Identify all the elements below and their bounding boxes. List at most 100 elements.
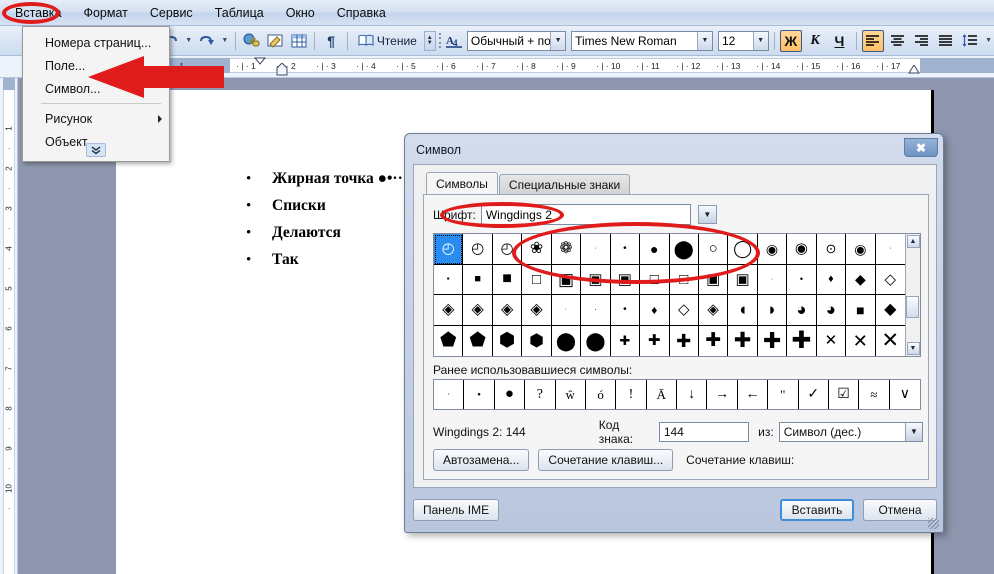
recent-symbol-cell[interactable]: ó: [586, 380, 617, 409]
symbol-cell[interactable]: □: [669, 264, 699, 295]
symbol-cell[interactable]: ✕: [846, 325, 876, 356]
symbol-cell[interactable]: ●: [640, 234, 670, 265]
autocorrect-button[interactable]: Автозамена...: [433, 449, 530, 471]
symbol-cell[interactable]: ◉: [787, 234, 817, 265]
symbol-cell[interactable]: ◉: [757, 234, 788, 265]
menu-bar[interactable]: Вставка Формат Сервис Таблица Окно Справ…: [0, 0, 994, 26]
symbol-grid-scrollbar[interactable]: ▲ ▼: [905, 234, 920, 356]
menu-option-picture[interactable]: Рисунок: [23, 107, 169, 130]
symbol-cell[interactable]: ■: [846, 295, 876, 326]
menu-item-table[interactable]: Таблица: [204, 3, 275, 23]
dialog-titlebar[interactable]: Символ ✖: [408, 137, 940, 163]
bold-button[interactable]: Ж: [779, 29, 802, 52]
symbol-cell[interactable]: ✚: [670, 325, 699, 356]
redo-dropdown-icon[interactable]: ▼: [220, 30, 231, 52]
recent-symbol-cell[interactable]: ●: [495, 380, 526, 409]
recent-symbol-cell[interactable]: ∨: [890, 380, 920, 409]
recent-symbol-cell[interactable]: ←: [738, 380, 769, 409]
chevron-down-icon[interactable]: ▼: [550, 31, 566, 50]
dialog-footer[interactable]: Панель IME Вставить Отмена: [413, 496, 937, 524]
drawing-icon[interactable]: [265, 30, 286, 52]
recent-symbol-cell[interactable]: ?: [525, 380, 556, 409]
align-center-button[interactable]: [886, 30, 908, 52]
symbol-cell[interactable]: ▣: [551, 264, 582, 295]
dialog-tabs[interactable]: Символы Специальные знаки: [426, 172, 631, 195]
symbol-cell[interactable]: ⬢: [522, 325, 552, 356]
symbol-cell[interactable]: ⬢: [493, 325, 523, 356]
first-line-indent-marker[interactable]: [254, 57, 266, 65]
symbol-cell[interactable]: ◯: [728, 234, 758, 265]
symbol-cell[interactable]: ✚: [787, 325, 817, 356]
scroll-down-icon[interactable]: ▼: [906, 342, 920, 355]
menu-option-symbol[interactable]: Символ...: [23, 77, 169, 100]
symbol-cell[interactable]: •: [787, 264, 817, 295]
recent-symbol-cell[interactable]: ≈: [859, 380, 890, 409]
symbol-cell[interactable]: ⬟: [434, 325, 464, 356]
right-indent-marker[interactable]: [908, 65, 920, 74]
vertical-ruler[interactable]: 1 · 2 · 3 · 4 · 5 · 6 · 7 · 8 · 9 · 10 ·: [0, 78, 18, 574]
symbol-cell[interactable]: ⬟: [463, 325, 493, 356]
symbol-cell[interactable]: ⬤: [669, 234, 699, 265]
expand-menu-button[interactable]: [86, 143, 106, 157]
recent-symbol-cell[interactable]: ŵ: [556, 380, 586, 409]
menu-item-window[interactable]: Окно: [275, 3, 326, 23]
symbol-cell[interactable]: ◗: [757, 295, 788, 326]
symbol-cell[interactable]: ✚: [728, 325, 758, 356]
symbol-cell[interactable]: ◆: [875, 295, 905, 326]
symbol-cell[interactable]: ✕: [876, 326, 905, 357]
menu-option-page-numbers[interactable]: Номера страниц...: [23, 31, 169, 54]
menu-item-format[interactable]: Формат: [72, 3, 138, 23]
char-code-input[interactable]: 144: [658, 421, 750, 442]
recent-symbol-cell[interactable]: !: [616, 380, 647, 409]
toolbar-overflow-handle[interactable]: ▲ ▼: [423, 30, 436, 51]
font-selector-row[interactable]: Шрифт: Wingdings 2 ▼: [433, 204, 717, 225]
redo-icon[interactable]: [196, 30, 217, 52]
line-spacing-button[interactable]: [959, 30, 981, 52]
chevron-down-icon[interactable]: ▼: [697, 205, 717, 224]
symbol-cell[interactable]: ◈: [698, 295, 729, 326]
symbol-cell[interactable]: ▣: [610, 264, 641, 295]
symbol-cell[interactable]: ◈: [492, 295, 523, 326]
close-icon[interactable]: ✖: [904, 138, 938, 157]
symbol-dialog[interactable]: Символ ✖ Символы Специальные знаки Шрифт…: [404, 133, 944, 533]
undo-dropdown-icon[interactable]: ▼: [183, 30, 194, 52]
tab-symbols[interactable]: Символы: [426, 172, 498, 195]
symbol-cell[interactable]: ◴: [463, 234, 493, 265]
symbol-cell[interactable]: ▣: [581, 264, 611, 295]
symbol-cell[interactable]: ■: [492, 264, 523, 295]
symbol-cell[interactable]: ✚: [640, 325, 670, 356]
symbol-grid-container[interactable]: ◴ ◴ ◴ ❀ ❁ · • ● ⬤ ○ ◯ ◉ ◉ ⊙ ◉ · ▪ ■ ■ □ ▣ ▣ ▣ □ □ ▣ ▣ · • ♦ ◆ ◇ ◈ ◈ ◈ ◈ · · • ♦…: [433, 233, 921, 357]
left-indent-marker[interactable]: [276, 63, 288, 76]
list-item[interactable]: • Так: [246, 251, 403, 273]
cancel-button[interactable]: Отмена: [863, 499, 937, 521]
shortcut-key-button[interactable]: Сочетание клавиш...: [538, 449, 674, 471]
show-formatting-icon[interactable]: ¶: [320, 30, 341, 52]
toolbar-grip[interactable]: [438, 31, 442, 51]
symbol-cell[interactable]: ◆: [846, 264, 876, 295]
symbol-cell[interactable]: ◕: [787, 295, 817, 326]
symbol-cell[interactable]: ◇: [875, 265, 905, 295]
code-system-select[interactable]: Символ (дес.) ▼: [778, 421, 924, 442]
list-item[interactable]: • Жирная точка ●•··: [246, 170, 403, 192]
italic-button[interactable]: К: [804, 30, 826, 52]
symbol-cell[interactable]: ✚: [699, 325, 729, 356]
symbol-cell[interactable]: ❀: [522, 234, 552, 265]
resize-grip[interactable]: [928, 518, 939, 529]
style-combo[interactable]: Обычный + полуж ▼: [466, 30, 567, 51]
symbol-cell[interactable]: ·: [757, 264, 788, 295]
symbol-cell[interactable]: •: [610, 295, 641, 326]
symbol-cell[interactable]: ◴: [434, 234, 464, 265]
reading-mode-button[interactable]: Чтение: [353, 32, 422, 50]
symbol-cell[interactable]: ♦: [816, 264, 847, 295]
symbol-cell[interactable]: ❁: [551, 234, 582, 265]
underline-button[interactable]: Ч: [828, 30, 850, 52]
symbol-cell[interactable]: ◕: [816, 295, 847, 326]
scroll-up-icon[interactable]: ▲: [906, 235, 920, 248]
symbol-grid[interactable]: ◴ ◴ ◴ ❀ ❁ · • ● ⬤ ○ ◯ ◉ ◉ ⊙ ◉ · ▪ ■ ■ □ ▣ ▣ ▣ □ □ ▣ ▣ · • ♦ ◆ ◇ ◈ ◈ ◈ ◈ · · • ♦…: [434, 234, 905, 356]
hyperlink-icon[interactable]: [241, 30, 262, 52]
font-name-combo[interactable]: Times New Roman ▼: [571, 30, 713, 51]
list-item[interactable]: • Списки: [246, 197, 403, 219]
symbol-cell[interactable]: ◇: [669, 295, 699, 326]
symbol-cell[interactable]: ·: [875, 234, 905, 265]
recent-symbols-grid[interactable]: · • ●? ŵ ó! Ā ↓ → ← " ✓ ☑ ≈ ∨: [433, 379, 921, 410]
